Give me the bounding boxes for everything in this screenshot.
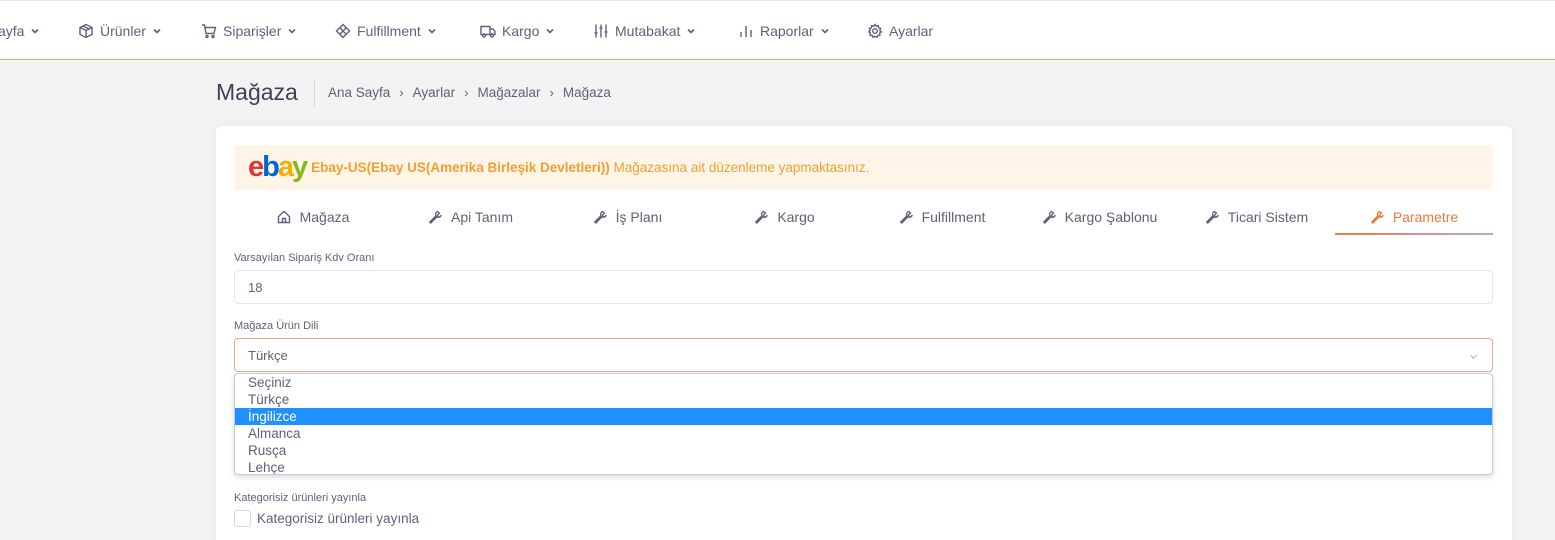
nav-item-cargo[interactable]: Kargo (480, 20, 555, 42)
tab-label: Api Tanım (451, 208, 513, 225)
tab-store[interactable]: Mağaza (234, 198, 392, 235)
nav-item-fulfillment[interactable]: Fulfillment (335, 20, 437, 42)
bar-chart-icon (740, 26, 752, 37)
store-language-label: Mağaza Ürün Dili (234, 320, 319, 332)
breadcrumb-settings[interactable]: Ayarlar (413, 85, 456, 100)
vat-rate-input[interactable]: 18 (234, 270, 1493, 304)
nav-item-label: Ürünler (100, 23, 146, 39)
nav-item-home[interactable]: ayfa (0, 20, 40, 42)
nav-item-label: Raporlar (760, 23, 814, 39)
breadcrumb-home[interactable]: Ana Sayfa (328, 85, 390, 100)
wrench-icon (593, 210, 607, 224)
wrench-icon (428, 210, 442, 224)
dropdown-option[interactable]: Almanca (235, 425, 1492, 442)
dropdown-option[interactable]: Türkçe (235, 391, 1492, 408)
vat-rate-value: 18 (248, 279, 263, 295)
cube-icon (335, 23, 351, 39)
publish-uncategorized-row[interactable]: Kategorisiz ürünleri yayınla (234, 510, 419, 527)
chevron-down-icon (153, 28, 161, 34)
wrench-icon (1370, 210, 1384, 224)
chevron-down-icon (687, 28, 695, 34)
wrench-icon (1042, 210, 1056, 224)
store-alert: ebay Ebay-US(Ebay US(Amerika Birleşik De… (234, 145, 1493, 190)
home-icon (277, 210, 290, 223)
publish-uncategorized-label: Kategorisiz ürünleri yayınla (234, 492, 367, 504)
tab-label: Parametre (1392, 208, 1459, 225)
chevron-down-icon (31, 28, 40, 34)
dropdown-option[interactable]: Rusça (235, 442, 1492, 459)
publish-uncategorized-checkbox-label[interactable]: Kategorisiz ürünleri yayınla (257, 511, 419, 526)
tab-label: İş Planı (615, 208, 663, 225)
tab-cargo-template[interactable]: Kargo Şablonu (1021, 198, 1178, 235)
tab-label: Kargo Şablonu (1064, 208, 1158, 225)
truck-icon (480, 25, 496, 38)
nav-item-products[interactable]: Ürünler (78, 20, 162, 42)
chevron-down-icon (428, 28, 436, 34)
chevron-down-icon (1470, 354, 1477, 359)
alert-text: Ebay-US(Ebay US(Amerika Birleşik Devletl… (311, 160, 869, 175)
dropdown-option[interactable]: Lehçe (235, 459, 1492, 474)
nav-item-label: Kargo (502, 23, 540, 39)
store-language-value: Türkçe (248, 347, 288, 363)
nav-item-label: Fulfillment (357, 23, 421, 39)
breadcrumb-stores[interactable]: Mağazalar (478, 85, 541, 100)
tab-label: Ticari Sistem (1227, 208, 1309, 225)
alert-message: Mağazasına ait düzenleme yapmaktasınız. (609, 160, 870, 175)
tab-label: Mağaza (299, 208, 350, 225)
page-title: Mağaza (216, 79, 298, 105)
breadcrumb-separator-icon: › (549, 85, 554, 100)
breadcrumb-current: Mağaza (562, 85, 611, 100)
ebay-logo: ebay (248, 151, 308, 183)
tab-label: Kargo (777, 208, 815, 225)
nav-item-label: Ayarlar (889, 23, 934, 39)
chevron-down-icon (288, 28, 296, 34)
nav-item-label: Siparişler (223, 23, 282, 39)
dropdown-option[interactable]: Seçiniz (235, 374, 1492, 391)
breadcrumb-separator-icon: › (399, 85, 404, 100)
breadcrumb: Ana Sayfa › Ayarlar › Mağazalar › Mağaza (328, 85, 611, 100)
tab-cargo[interactable]: Kargo (706, 198, 863, 235)
logo-letter: b (262, 151, 280, 183)
box-icon (79, 23, 93, 39)
tab-parameters[interactable]: Parametre (1335, 198, 1493, 235)
dropdown-option-highlighted[interactable]: İngilizce (235, 408, 1492, 425)
store-name: Ebay-US(Ebay US(Amerika Birleşik Devletl… (311, 160, 610, 175)
tab-label: Fulfillment (921, 208, 986, 225)
vat-rate-label: Varsayılan Sipariş Kdv Oranı (234, 252, 375, 264)
store-card: ebay Ebay-US(Ebay US(Amerika Birleşik De… (216, 126, 1512, 540)
wrench-icon (1205, 210, 1219, 224)
breadcrumb-separator-icon: › (464, 85, 469, 100)
wrench-icon (899, 210, 913, 224)
nav-item-reconciliation[interactable]: Mutabakat (593, 20, 696, 42)
sliders-icon (594, 24, 608, 38)
tab-commerce-system[interactable]: Ticari Sistem (1178, 198, 1335, 235)
cart-icon (202, 24, 217, 39)
nav-item-reports[interactable]: Raporlar (738, 20, 830, 42)
language-dropdown-list: Seçiniz Türkçe İngilizce Almanca Rusça L… (234, 373, 1493, 475)
store-language-select[interactable]: Türkçe (234, 338, 1493, 372)
chevron-down-icon (546, 28, 554, 34)
nav-item-settings[interactable]: Ayarlar (867, 20, 933, 42)
nav-item-orders[interactable]: Siparişler (201, 20, 297, 42)
title-divider (314, 80, 315, 107)
logo-letter: e (248, 151, 264, 183)
tab-work-plan[interactable]: İş Planı (549, 198, 706, 235)
nav-item-label: ayfa (0, 23, 25, 39)
gear-icon (867, 23, 883, 39)
nav-item-label: Mutabakat (615, 23, 681, 39)
active-tab-indicator (1335, 233, 1493, 235)
chevron-down-icon (821, 28, 829, 34)
tab-api-definition[interactable]: Api Tanım (392, 198, 549, 235)
logo-letter: a (277, 151, 294, 183)
top-navigation: ayfa Ürünler Siparişler Fulfillment Karg… (0, 0, 1555, 60)
tab-bar: Mağaza Api Tanım İş Planı Kargo Fulfillm… (234, 198, 1493, 236)
tab-fulfillment[interactable]: Fulfillment (863, 198, 1021, 235)
wrench-icon (755, 210, 769, 224)
logo-letter: y (292, 151, 308, 183)
publish-uncategorized-checkbox[interactable] (234, 510, 251, 527)
